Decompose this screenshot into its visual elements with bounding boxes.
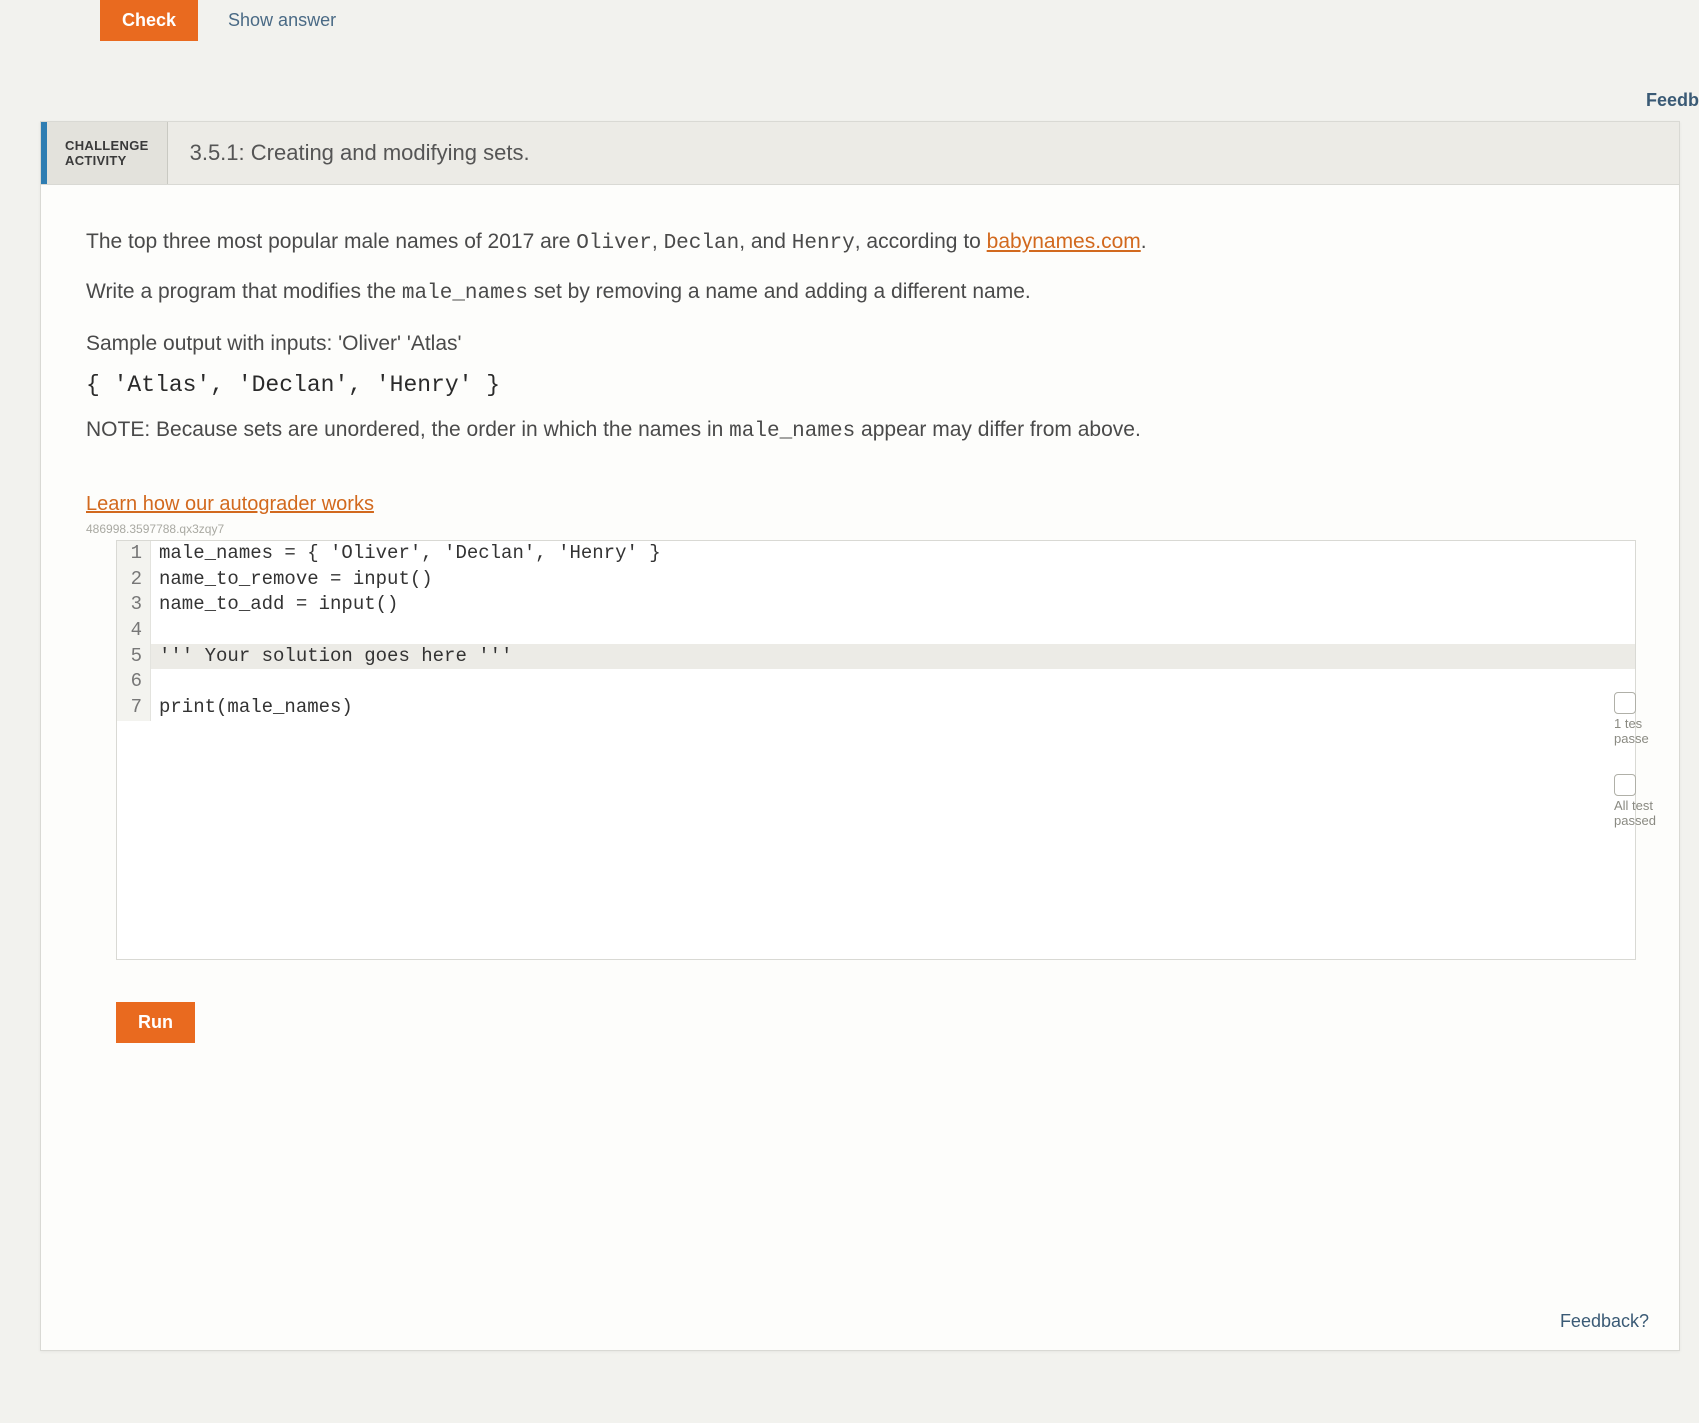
hash-id: 486998.3597788.qx3zqy7: [86, 522, 1634, 536]
activity-badge: CHALLENGE ACTIVITY: [47, 122, 168, 184]
activity-name: Creating and modifying sets.: [251, 140, 530, 166]
badge-line-2: ACTIVITY: [65, 153, 149, 168]
prompt-intro: The top three most popular male names of…: [86, 225, 1634, 261]
intro-end: .: [1141, 230, 1147, 253]
test-indicator-1-icon: [1614, 692, 1636, 714]
run-button[interactable]: Run: [116, 1002, 195, 1043]
test-indicator-2-line1: All test: [1614, 798, 1669, 813]
code-text[interactable]: [151, 669, 1635, 695]
activity-title: 3.5.1: Creating and modifying sets.: [168, 122, 552, 184]
intro-pre: The top three most popular male names of…: [86, 230, 576, 253]
note-code: male_names: [729, 420, 855, 443]
note-pre: NOTE: Because sets are unordered, the or…: [86, 418, 729, 441]
activity-header: CHALLENGE ACTIVITY 3.5.1: Creating and m…: [41, 122, 1679, 185]
note-post: appear may differ from above.: [855, 418, 1141, 441]
task-post: set by removing a name and adding a diff…: [528, 280, 1031, 303]
intro-post: , according to: [855, 230, 987, 253]
code-text[interactable]: male_names = { 'Oliver', 'Declan', 'Henr…: [151, 541, 1635, 567]
test-indicator-2-icon: [1614, 774, 1636, 796]
test-indicator-2-line2: passed: [1614, 813, 1669, 828]
sample-output: { 'Atlas', 'Declan', 'Henry' }: [86, 372, 1634, 398]
name-henry: Henry: [792, 232, 855, 255]
prompt-note: NOTE: Because sets are unordered, the or…: [86, 418, 1634, 443]
code-text[interactable]: [151, 618, 1635, 644]
task-code: male_names: [402, 282, 528, 305]
code-line[interactable]: 3name_to_add = input(): [117, 592, 1635, 618]
line-number: 4: [117, 618, 151, 644]
sep2: , and: [739, 230, 792, 253]
code-editor[interactable]: 1male_names = { 'Oliver', 'Declan', 'Hen…: [116, 540, 1636, 960]
name-oliver: Oliver: [576, 232, 652, 255]
autograder-link[interactable]: Learn how our autograder works: [86, 493, 374, 516]
feedback-top-label[interactable]: Feedb: [1646, 90, 1699, 111]
code-line[interactable]: 7print(male_names): [117, 695, 1635, 721]
line-number: 2: [117, 567, 151, 593]
code-line[interactable]: 6: [117, 669, 1635, 695]
code-text[interactable]: name_to_add = input(): [151, 592, 1635, 618]
line-number: 5: [117, 644, 151, 670]
name-declan: Declan: [664, 232, 740, 255]
check-button[interactable]: Check: [100, 0, 198, 41]
code-line[interactable]: 4: [117, 618, 1635, 644]
line-number: 7: [117, 695, 151, 721]
line-number: 1: [117, 541, 151, 567]
babynames-link[interactable]: babynames.com: [987, 230, 1141, 253]
test-indicators: 1 tes passe All test passed: [1614, 692, 1669, 856]
line-number: 6: [117, 669, 151, 695]
code-line[interactable]: 2name_to_remove = input(): [117, 567, 1635, 593]
activity-number: 3.5.1:: [190, 140, 245, 166]
code-text[interactable]: ''' Your solution goes here ''': [151, 644, 1635, 670]
line-number: 3: [117, 592, 151, 618]
test-indicator-1-line1: 1 tes: [1614, 716, 1669, 731]
test-indicator-1-line2: passe: [1614, 731, 1669, 746]
sample-label: Sample output with inputs: 'Oliver' 'Atl…: [86, 332, 1634, 356]
sep1: ,: [652, 230, 664, 253]
prompt-task: Write a program that modifies the male_n…: [86, 275, 1634, 311]
code-line[interactable]: 1male_names = { 'Oliver', 'Declan', 'Hen…: [117, 541, 1635, 567]
challenge-activity-card: CHALLENGE ACTIVITY 3.5.1: Creating and m…: [40, 121, 1680, 1351]
badge-line-1: CHALLENGE: [65, 138, 149, 153]
feedback-bottom-link[interactable]: Feedback?: [1560, 1311, 1649, 1332]
code-text[interactable]: name_to_remove = input(): [151, 567, 1635, 593]
task-pre: Write a program that modifies the: [86, 280, 402, 303]
show-answer-link[interactable]: Show answer: [228, 10, 336, 31]
code-line[interactable]: 5''' Your solution goes here ''': [117, 644, 1635, 670]
code-text[interactable]: print(male_names): [151, 695, 1635, 721]
